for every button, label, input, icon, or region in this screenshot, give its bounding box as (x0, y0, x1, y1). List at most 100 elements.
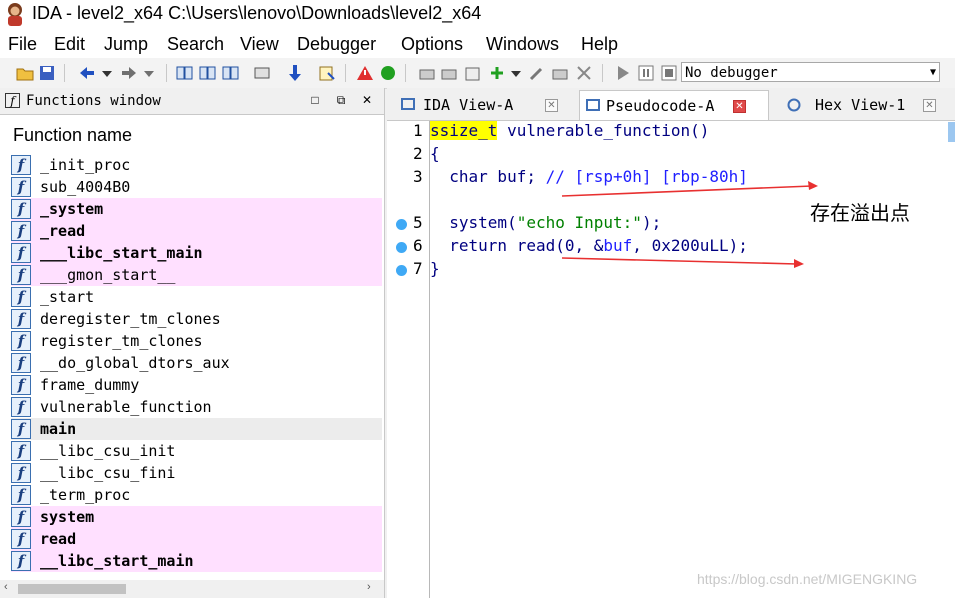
menu-view[interactable]: View (240, 34, 279, 55)
function-list-item[interactable]: f __libc_csu_init (11, 440, 382, 462)
stop-icon[interactable] (660, 64, 678, 82)
hex-view-icon (787, 98, 801, 112)
line-number: 3 (413, 167, 423, 186)
function-name: _init_proc (40, 156, 131, 174)
menu-jump[interactable]: Jump (104, 34, 148, 55)
function-list-item[interactable]: f _start (11, 286, 382, 308)
function-icon: f (11, 177, 31, 197)
menu-search[interactable]: Search (167, 34, 224, 55)
line-number: 5 (413, 213, 423, 232)
menu-help[interactable]: Help (581, 34, 618, 55)
enum-icon[interactable] (440, 64, 458, 82)
function-list-item[interactable]: f deregister_tm_clones (11, 308, 382, 330)
function-list-item[interactable]: f sub_4004B0 (11, 176, 382, 198)
breakpoint-dot-icon[interactable] (396, 265, 407, 276)
code-comment: // [rsp+0h] [rbp-80h] (545, 167, 748, 186)
function-name: sub_4004B0 (40, 178, 131, 196)
code-text[interactable]: return read(0, & (430, 236, 603, 255)
toolbar-separator (166, 64, 167, 82)
warning-icon[interactable] (356, 64, 374, 82)
function-list-item[interactable]: f _system (11, 198, 382, 220)
return-type[interactable]: ssize_t (430, 121, 498, 140)
function-list-item[interactable]: f _term_proc (11, 484, 382, 506)
pause-icon[interactable] (637, 64, 655, 82)
scrollbar-thumb[interactable] (18, 584, 126, 594)
function-icon: f (5, 93, 20, 108)
code-text: { (430, 144, 440, 163)
back-icon[interactable] (78, 64, 96, 82)
function-list-item[interactable]: f main (11, 418, 382, 440)
delete-icon[interactable] (575, 64, 593, 82)
open-icon[interactable] (16, 64, 34, 82)
function-list-item[interactable]: f ___gmon_start__ (11, 264, 382, 286)
string-literal[interactable]: "echo Input:" (517, 213, 642, 232)
breakpoint-dot-icon[interactable] (396, 242, 407, 253)
list-functions-icon[interactable] (199, 64, 217, 82)
function-signature[interactable]: vulnerable_function() (497, 121, 709, 140)
code-text[interactable]: system( (430, 213, 516, 232)
menu-file[interactable]: File (8, 34, 37, 55)
horizontal-scrollbar[interactable]: ‹ › (0, 580, 384, 598)
function-list-item[interactable]: f frame_dummy (11, 374, 382, 396)
list-names-icon[interactable] (176, 64, 194, 82)
function-list-item[interactable]: f _init_proc (11, 154, 382, 176)
function-list-item[interactable]: f __libc_start_main (11, 550, 382, 572)
function-icon: f (11, 309, 31, 329)
function-icon: f (11, 375, 31, 395)
struct-icon[interactable] (418, 64, 436, 82)
function-list-item[interactable]: f _read (11, 220, 382, 242)
restore-icon[interactable]: □ (307, 92, 323, 108)
down-arrow-icon[interactable] (286, 64, 304, 82)
tab-pseudocode[interactable]: Pseudocode-A ✕ (579, 90, 769, 120)
back-dropdown-icon[interactable] (98, 64, 116, 82)
tab-ida-view[interactable]: IDA View-A ✕ (393, 90, 577, 120)
forward-icon[interactable] (120, 64, 138, 82)
tool-icon[interactable] (528, 64, 546, 82)
vertical-scrollbar[interactable] (948, 122, 955, 142)
function-list-item[interactable]: f register_tm_clones (11, 330, 382, 352)
hex-icon[interactable] (253, 64, 271, 82)
function-name-column-header[interactable]: Function name (13, 125, 132, 146)
menu-windows[interactable]: Windows (486, 34, 559, 55)
close-tab-icon[interactable]: ✕ (545, 99, 558, 112)
scroll-right-icon[interactable]: › (367, 581, 371, 593)
function-icon: f (11, 265, 31, 285)
function-icon: f (11, 199, 31, 219)
menu-edit[interactable]: Edit (54, 34, 85, 55)
save-icon[interactable] (38, 64, 56, 82)
code-line: 3 char buf; // [rsp+0h] [rbp-80h] (387, 167, 955, 190)
function-list-item[interactable]: f ___libc_start_main (11, 242, 382, 264)
list-strings-icon[interactable] (222, 64, 240, 82)
code-text[interactable]: char buf; (430, 167, 546, 186)
code-text: } (430, 259, 440, 278)
chevron-down-icon: ▼ (929, 67, 936, 78)
pseudocode-view[interactable]: 1 ssize_t vulnerable_function() 2 { 3 ch… (387, 121, 955, 598)
breakpoint-dropdown-icon[interactable] (507, 64, 525, 82)
function-list-item[interactable]: f vulnerable_function (11, 396, 382, 418)
function-name: register_tm_clones (40, 332, 203, 350)
add-breakpoint-icon[interactable] (488, 64, 506, 82)
overflow-annotation: 存在溢出点 (810, 201, 910, 225)
close-tab-icon[interactable]: ✕ (923, 99, 936, 112)
scroll-left-icon[interactable]: ‹ (4, 581, 8, 593)
script-icon[interactable] (318, 64, 336, 82)
float-icon[interactable]: ⧉ (333, 92, 349, 108)
function-list-item[interactable]: f system (11, 506, 382, 528)
breakpoint-dot-icon[interactable] (396, 219, 407, 230)
tab-hex-view[interactable]: Hex View-1 ✕ (779, 90, 955, 120)
variable-buf[interactable]: buf (603, 236, 632, 255)
menu-debugger[interactable]: Debugger (297, 34, 376, 55)
forward-dropdown-icon[interactable] (140, 64, 158, 82)
edit-icon[interactable] (551, 64, 569, 82)
function-list-item[interactable]: f __do_global_dtors_aux (11, 352, 382, 374)
tab-label: Hex View-1 (815, 96, 906, 114)
function-list-item[interactable]: f read (11, 528, 382, 550)
close-tab-icon[interactable]: ✕ (733, 100, 746, 113)
debugger-select[interactable]: No debugger ▼ (681, 62, 940, 82)
function-list-item[interactable]: f __libc_csu_fini (11, 462, 382, 484)
menu-options[interactable]: Options (401, 34, 463, 55)
text-icon[interactable] (464, 64, 482, 82)
play-icon[interactable] (614, 64, 632, 82)
close-icon[interactable]: ✕ (359, 92, 375, 108)
run-icon[interactable] (379, 64, 397, 82)
